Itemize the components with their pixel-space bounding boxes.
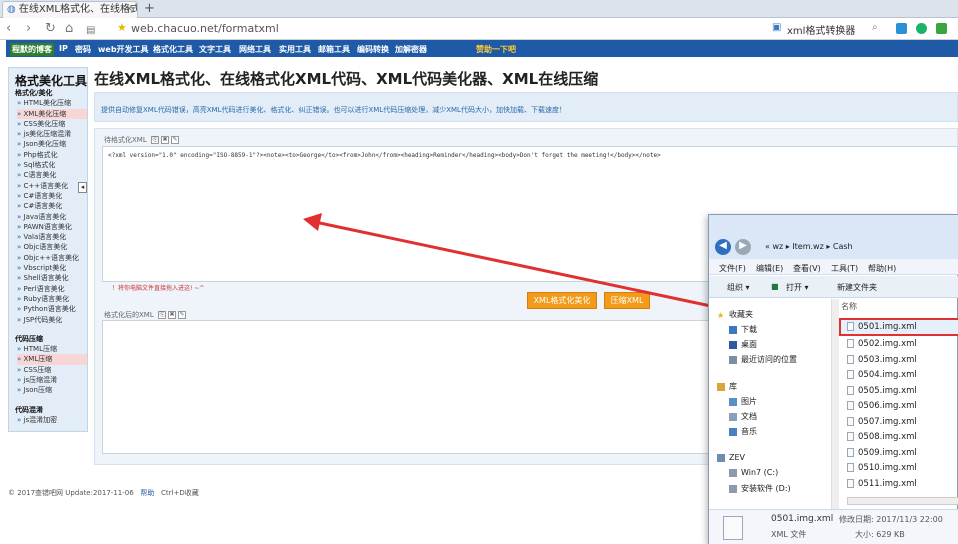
xml-file-icon — [847, 448, 854, 457]
nav-drive-d[interactable]: 安装软件 (D:) — [729, 483, 791, 494]
file-item-selected[interactable]: 0501.img.xml — [839, 318, 958, 336]
details-file-name: 0501.img.xml — [771, 514, 834, 524]
file-item[interactable]: 0510.img.xml — [847, 463, 917, 473]
column-header-name[interactable]: 名称 — [841, 301, 857, 312]
xml-file-icon — [847, 322, 854, 331]
file-item[interactable]: 0507.img.xml — [847, 417, 917, 427]
xml-file-icon — [847, 339, 854, 348]
nav-desktop[interactable]: 桌面 — [729, 339, 757, 350]
menu-file[interactable]: 文件(F) — [719, 263, 746, 274]
explorer-breadcrumb[interactable]: « wz ▸ Item.wz ▸ Cash — [765, 242, 853, 251]
star-icon: ★ — [717, 310, 725, 320]
nav-downloads[interactable]: 下载 — [729, 324, 757, 335]
details-file-type: XML 文件 — [771, 530, 807, 539]
file-item[interactable]: 0511.img.xml — [847, 479, 917, 489]
xml-file-large-icon — [723, 516, 743, 540]
desktop-icon — [729, 340, 737, 349]
nav-drive-c[interactable]: Win7 (C:) — [729, 468, 778, 477]
recent-icon — [729, 355, 737, 364]
details-modified: 修改日期: 2017/11/3 22:00 — [839, 515, 943, 524]
file-item[interactable]: 0505.img.xml — [847, 386, 917, 396]
nav-computer[interactable]: ZEV — [717, 453, 745, 462]
menu-tools[interactable]: 工具(T) — [831, 263, 858, 274]
xml-file-icon — [847, 370, 854, 379]
drive-icon — [729, 468, 737, 477]
menu-help[interactable]: 帮助(H) — [868, 263, 896, 274]
file-item[interactable]: 0509.img.xml — [847, 448, 917, 458]
file-item[interactable]: 0508.img.xml — [847, 432, 917, 442]
nav-pictures[interactable]: 图片 — [729, 396, 757, 407]
open-icon: ■ — [771, 282, 779, 291]
explorer-nav-pane: ★ 收藏夹 下载 桌面 最近访问的位置 库 图片 文档 音乐 ZEV Win7 (… — [709, 299, 831, 509]
xml-file-icon — [847, 432, 854, 441]
xml-file-icon — [847, 417, 854, 426]
music-icon — [729, 427, 737, 436]
new-folder-button[interactable]: 新建文件夹 — [837, 282, 877, 293]
computer-icon — [717, 453, 725, 462]
nav-scrollbar[interactable] — [831, 299, 839, 509]
file-item[interactable]: 0503.img.xml — [847, 355, 917, 365]
organize-button[interactable]: 组织 ▾ — [727, 282, 750, 293]
file-list-hscrollbar[interactable] — [847, 497, 958, 505]
explorer-titlebar: ◀ ▶ « wz ▸ Item.wz ▸ Cash — [709, 215, 958, 259]
explorer-forward-icon[interactable]: ▶ — [735, 239, 751, 255]
menu-edit[interactable]: 编辑(E) — [756, 263, 783, 274]
explorer-back-icon[interactable]: ◀ — [715, 239, 731, 255]
library-icon — [717, 382, 725, 391]
details-file-size: 大小: 629 KB — [855, 530, 905, 539]
xml-file-icon — [847, 463, 854, 472]
file-explorer-window: ◀ ▶ « wz ▸ Item.wz ▸ Cash 文件(F) 编辑(E) 查看… — [708, 214, 958, 544]
xml-file-icon — [847, 401, 854, 410]
nav-favorites[interactable]: ★ 收藏夹 — [717, 309, 753, 320]
open-button[interactable]: 打开 ▾ — [786, 282, 809, 293]
download-icon — [729, 325, 737, 334]
xml-file-icon — [847, 479, 854, 488]
explorer-toolbar: 组织 ▾ ■ 打开 ▾ 新建文件夹 — [709, 276, 958, 298]
xml-file-icon — [847, 355, 854, 364]
file-item[interactable]: 0502.img.xml — [847, 339, 917, 349]
explorer-menu-bar: 文件(F) 编辑(E) 查看(V) 工具(T) 帮助(H) — [709, 259, 958, 275]
picture-icon — [729, 397, 737, 406]
xml-file-icon — [847, 386, 854, 395]
file-item[interactable]: 0504.img.xml — [847, 370, 917, 380]
file-item[interactable]: 0506.img.xml — [847, 401, 917, 411]
menu-view[interactable]: 查看(V) — [793, 263, 821, 274]
drive-icon — [729, 484, 737, 493]
nav-documents[interactable]: 文档 — [729, 411, 757, 422]
nav-recent[interactable]: 最近访问的位置 — [729, 354, 797, 365]
explorer-details-pane: 0501.img.xml 修改日期: 2017/11/3 22:00 XML 文… — [709, 509, 958, 544]
nav-libraries[interactable]: 库 — [717, 381, 737, 392]
nav-music[interactable]: 音乐 — [729, 426, 757, 437]
document-icon — [729, 412, 737, 421]
